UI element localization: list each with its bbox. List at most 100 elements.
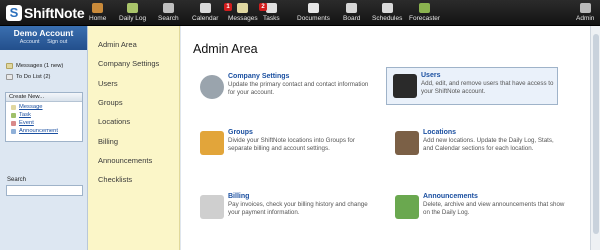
- nav-item-label: Home: [89, 15, 107, 22]
- calendar-icon: [199, 3, 211, 13]
- logo-text: ShiftNote: [24, 5, 85, 21]
- admin-tile-groups[interactable]: Groups Divide your ShiftNote locations in…: [198, 129, 370, 165]
- create-new-header: Create New...: [6, 93, 82, 102]
- user-icon: [393, 74, 417, 98]
- nav-item-board[interactable]: Board: [343, 3, 360, 25]
- create-item-label: Event: [19, 120, 34, 126]
- checklist-icon: [6, 74, 13, 80]
- create-task-link[interactable]: Task: [11, 112, 82, 118]
- calculator-icon: [200, 195, 224, 219]
- admin-tile-users[interactable]: Users Add, edit, and remove users that ha…: [386, 67, 558, 105]
- nav-item-label: Board: [343, 15, 361, 22]
- todo-row[interactable]: To Do List (2): [6, 74, 50, 80]
- tile-description: Delete, archive and view announcements t…: [423, 201, 565, 216]
- nav-item-label: Documents: [297, 15, 330, 22]
- main-content: Admin Area Company Settings Update the pr…: [181, 26, 600, 250]
- nav-item-label: Schedules: [372, 15, 403, 22]
- create-item-label: Task: [19, 112, 31, 118]
- admin-tile-billing[interactable]: Billing Pay invoices, check your billing …: [198, 193, 370, 229]
- todo-label: To Do List (2): [16, 74, 51, 80]
- admin-settings-nav: Admin Area Company Settings Users Groups Loc…: [88, 26, 180, 250]
- create-new-box: Create New... Message Task Event Announceme…: [5, 92, 83, 142]
- logo-mark-icon: S: [6, 5, 22, 21]
- nav-item-daily-log[interactable]: Daily Log: [119, 3, 146, 25]
- announcement-icon: [11, 128, 16, 134]
- nav-item-calendar[interactable]: Calendar: [192, 3, 218, 25]
- envelope-icon: [237, 3, 249, 13]
- tile-description: Add, edit, and remove users that have ac…: [421, 80, 554, 95]
- magnifier-icon: [162, 3, 174, 13]
- settings-nav-users[interactable]: Users: [98, 79, 118, 88]
- scrollbar[interactable]: [590, 26, 600, 250]
- nav-item-tasks[interactable]: Tasks 2: [259, 3, 280, 25]
- messages-row[interactable]: Messages (1 new): [6, 63, 63, 69]
- schedule-icon: [381, 3, 393, 13]
- left-sidebar: Demo Account Account Sign out Messages (…: [0, 26, 88, 250]
- create-item-label: Announcement: [19, 128, 58, 134]
- account-header: Demo Account Account Sign out: [0, 26, 87, 50]
- tile-title[interactable]: Announcements: [423, 193, 565, 200]
- event-icon: [11, 120, 16, 126]
- tile-title[interactable]: Billing: [228, 193, 370, 200]
- create-event-link[interactable]: Event: [11, 120, 82, 126]
- tile-description: Add new locations. Update the Daily Log,…: [423, 137, 554, 152]
- home-icon: [92, 3, 104, 13]
- page-title: Admin Area: [193, 42, 258, 56]
- tile-description: Update the primary contact and contact i…: [228, 81, 369, 96]
- tile-title[interactable]: Users: [421, 72, 557, 79]
- nav-item-label: Search: [158, 15, 179, 22]
- create-announcement-link[interactable]: Announcement: [11, 128, 82, 134]
- settings-nav-admin-area[interactable]: Admin Area: [98, 40, 137, 49]
- create-message-link[interactable]: Message: [11, 104, 82, 110]
- create-item-label: Message: [19, 104, 43, 110]
- settings-nav-locations[interactable]: Locations: [98, 117, 130, 126]
- nav-item-admin[interactable]: Admin: [576, 3, 594, 25]
- book-icon: [127, 3, 139, 13]
- nav-item-schedules[interactable]: Schedules: [372, 3, 402, 25]
- message-icon: [11, 104, 16, 110]
- admin-tile-announcements[interactable]: Announcements Delete, archive and view an…: [393, 193, 565, 229]
- tile-description: Pay invoices, check your billing history…: [228, 201, 368, 216]
- settings-nav-company-settings[interactable]: Company Settings: [98, 59, 159, 68]
- nav-item-search[interactable]: Search: [158, 3, 179, 25]
- nav-badge: 1: [224, 3, 232, 11]
- settings-nav-announcements[interactable]: Announcements: [98, 156, 152, 165]
- task-icon: [11, 112, 16, 118]
- nav-item-forecaster[interactable]: Forecaster: [409, 3, 440, 25]
- admin-tile-company-settings[interactable]: Company Settings Update the primary conta…: [198, 73, 370, 109]
- envelope-icon: [6, 63, 13, 69]
- account-link[interactable]: Account: [20, 39, 40, 45]
- nav-item-documents[interactable]: Documents: [297, 3, 330, 25]
- tile-description: Divide your ShiftNote locations into Gro…: [228, 137, 355, 152]
- chart-icon: [419, 3, 431, 13]
- settings-nav-checklists[interactable]: Checklists: [98, 175, 132, 184]
- messages-label: Messages (1 new): [16, 63, 64, 69]
- signout-link[interactable]: Sign out: [47, 39, 67, 45]
- speech-bubble-icon: [395, 195, 419, 219]
- nav-item-home[interactable]: Home: [89, 3, 106, 25]
- nav-item-label: Admin: [576, 15, 595, 22]
- top-nav-bar: S ShiftNote Home Daily Log Search Calendar M…: [0, 0, 600, 26]
- tile-title[interactable]: Locations: [423, 129, 565, 136]
- nav-item-label: Forecaster: [409, 15, 441, 22]
- house-icon: [395, 131, 419, 155]
- settings-nav-billing[interactable]: Billing: [98, 137, 118, 146]
- gear-icon: [200, 75, 224, 99]
- settings-nav-groups[interactable]: Groups: [98, 98, 123, 107]
- tile-title[interactable]: Groups: [228, 129, 370, 136]
- shiftnote-logo[interactable]: S ShiftNote: [6, 4, 85, 22]
- nav-item-label: Calendar: [192, 15, 219, 22]
- search-input[interactable]: [6, 185, 83, 196]
- scrollbar-thumb[interactable]: [593, 34, 599, 234]
- nav-item-label: Daily Log: [119, 15, 147, 22]
- admin-tile-locations[interactable]: Locations Add new locations. Update the D…: [393, 129, 565, 165]
- search-label: Search: [7, 177, 27, 183]
- folder-users-icon: [200, 131, 224, 155]
- board-icon: [346, 3, 358, 13]
- nav-item-label: Messages: [228, 15, 258, 22]
- tile-title[interactable]: Company Settings: [228, 73, 370, 80]
- account-name: Demo Account: [13, 28, 74, 38]
- folder-icon: [307, 3, 319, 13]
- nav-badge: 2: [259, 3, 267, 11]
- nav-item-messages[interactable]: Messages 1: [224, 3, 258, 25]
